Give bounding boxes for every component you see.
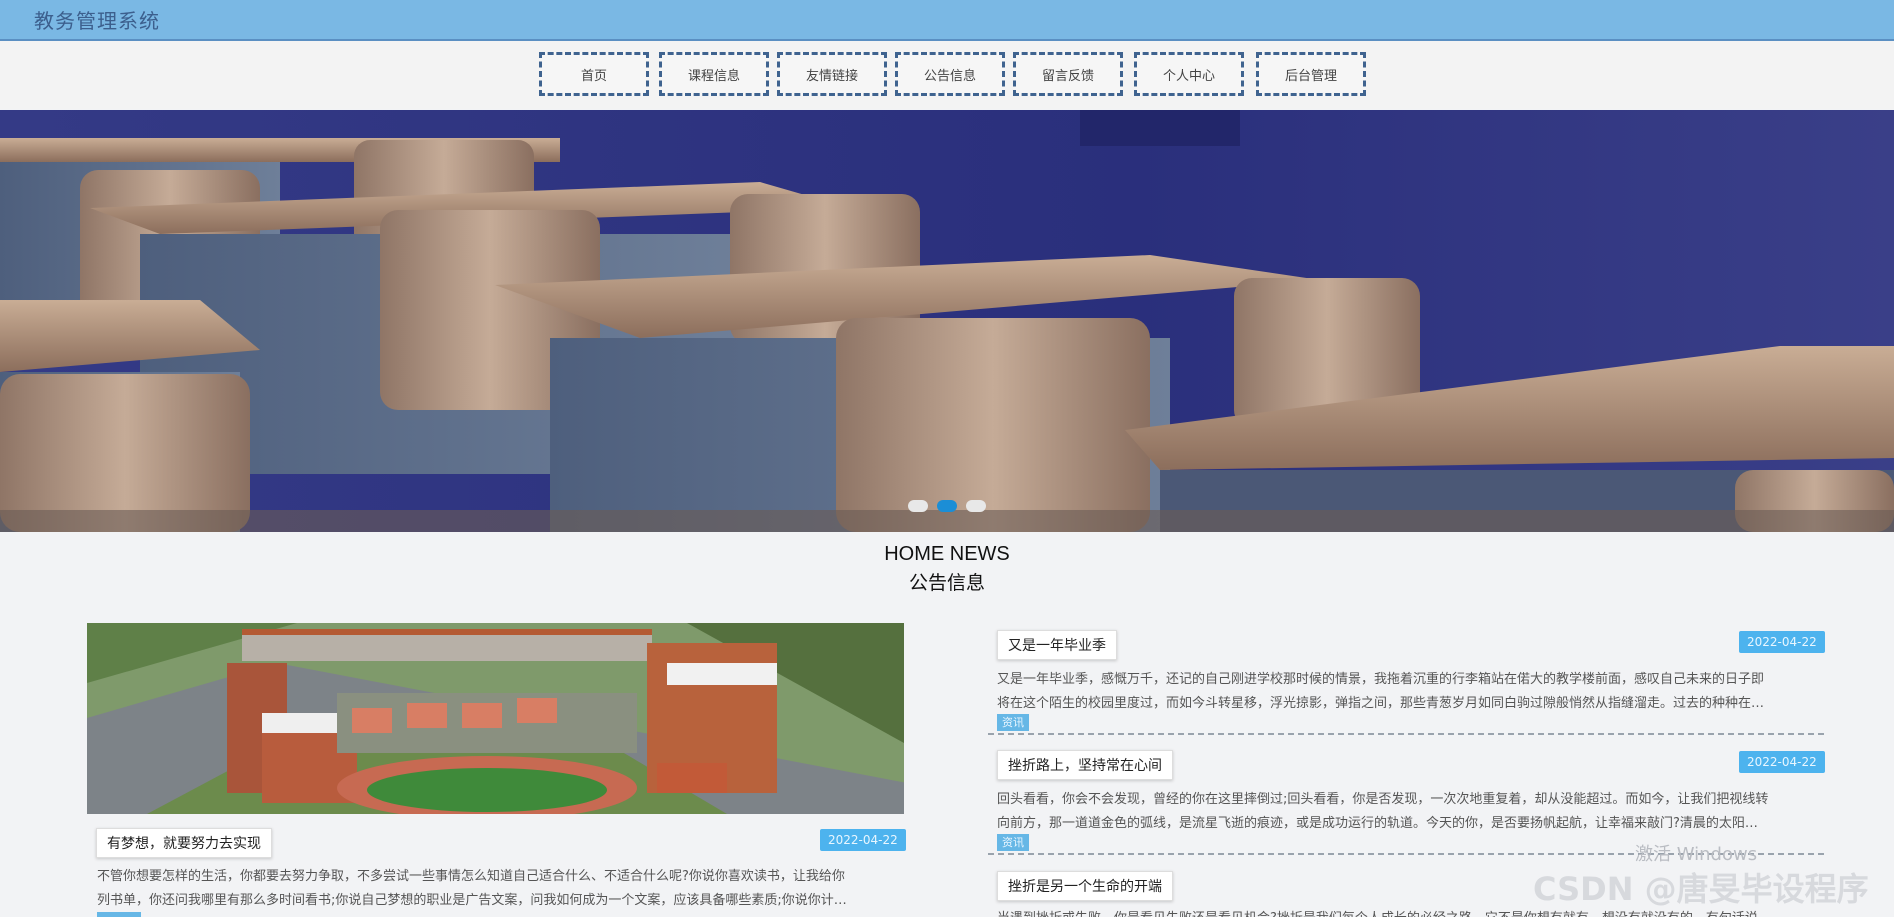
featured-news-desc-line1: 不管你想要怎样的生活，你都要去努力争取，不多尝试一些事情怎么知道自己适合什么、不… [97, 869, 845, 884]
section-title-en: HOME NEWS [884, 543, 1010, 565]
news-divider-1 [988, 733, 1824, 735]
main-nav: 首页 课程信息 友情链接 公告信息 留言反馈 个人中心 后台管理 [0, 41, 1894, 109]
nav-item-admin[interactable]: 后台管理 [1256, 52, 1366, 96]
nav-item-links[interactable]: 友情链接 [777, 52, 887, 96]
news-section-header: HOME NEWS 公告信息 [0, 543, 1894, 595]
news-item-2-desc-line1: 回头看看，你会不会发现，曾经的你在这里摔倒过;回头看看，你是否发现，一次次地重复… [997, 792, 1769, 807]
news-item-2-desc-line2: 向前方，那一道道金色的弧线，是流星飞逝的痕迹，或是成功运行的轨道。今天的你，是否… [997, 816, 1758, 831]
news-item-2-desc: 回头看看，你会不会发现，曾经的你在这里摔倒过;回头看看，你是否发现，一次次地重复… [997, 788, 1823, 836]
nav-item-announcements[interactable]: 公告信息 [895, 52, 1005, 96]
news-item-1-desc-line2: 将在这个陌生的校园里度过，而如今斗转星移，浮光掠影，弹指之间，那些青葱岁月如同白… [997, 696, 1765, 711]
nav-item-courses[interactable]: 课程信息 [659, 52, 769, 96]
news-item-2-title[interactable]: 挫折路上，坚持常在心间 [997, 750, 1173, 780]
featured-news-tag [97, 912, 141, 917]
windows-activation-watermark: 激活 Windows [1635, 844, 1758, 865]
news-item-1-desc-line1: 又是一年毕业季，感慨万千，还记的自己刚进学校那时候的情景，我拖着沉重的行李箱站在… [997, 672, 1765, 687]
section-title-cn: 公告信息 [908, 572, 985, 594]
campus-aerial-image [87, 623, 904, 814]
news-item-3-title[interactable]: 挫折是另一个生命的开端 [997, 871, 1173, 901]
carousel-indicators [0, 500, 1894, 514]
carousel-dot-3[interactable] [966, 500, 986, 512]
nav-item-home[interactable]: 首页 [539, 52, 649, 96]
carousel-dot-2[interactable] [937, 500, 957, 512]
news-item-2-tag: 资讯 [997, 834, 1029, 851]
nav-item-profile[interactable]: 个人中心 [1134, 52, 1244, 96]
featured-news-image[interactable] [87, 623, 904, 814]
news-item-1-tag: 资讯 [997, 714, 1029, 731]
csdn-watermark: CSDN @唐旻毕设程序 [1533, 870, 1869, 908]
news-item-1-title[interactable]: 又是一年毕业季 [997, 630, 1117, 660]
featured-news-date: 2022-04-22 [820, 829, 906, 851]
banner-carousel[interactable] [0, 110, 1894, 532]
featured-news-desc: 不管你想要怎样的生活，你都要去努力争取，不多尝试一些事情怎么知道自己适合什么、不… [97, 865, 915, 915]
news-item-2-date: 2022-04-22 [1739, 751, 1825, 773]
news-item-1-date: 2022-04-22 [1739, 631, 1825, 653]
nav-item-feedback[interactable]: 留言反馈 [1013, 52, 1123, 96]
top-bar: 教务管理系统 [0, 0, 1894, 41]
carousel-dot-1[interactable] [908, 500, 928, 512]
classroom-banner-image [0, 110, 1894, 532]
featured-news-title[interactable]: 有梦想，就要努力去实现 [96, 828, 272, 858]
app-title: 教务管理系统 [34, 9, 160, 33]
featured-news-desc-line2: 列书单，你还问我哪里有那么多时间看书;你说自己梦想的职业是广告文案，问我如何成为… [97, 893, 847, 908]
news-item-1-desc: 又是一年毕业季，感慨万千，还记的自己刚进学校那时候的情景，我拖着沉重的行李箱站在… [997, 668, 1823, 716]
